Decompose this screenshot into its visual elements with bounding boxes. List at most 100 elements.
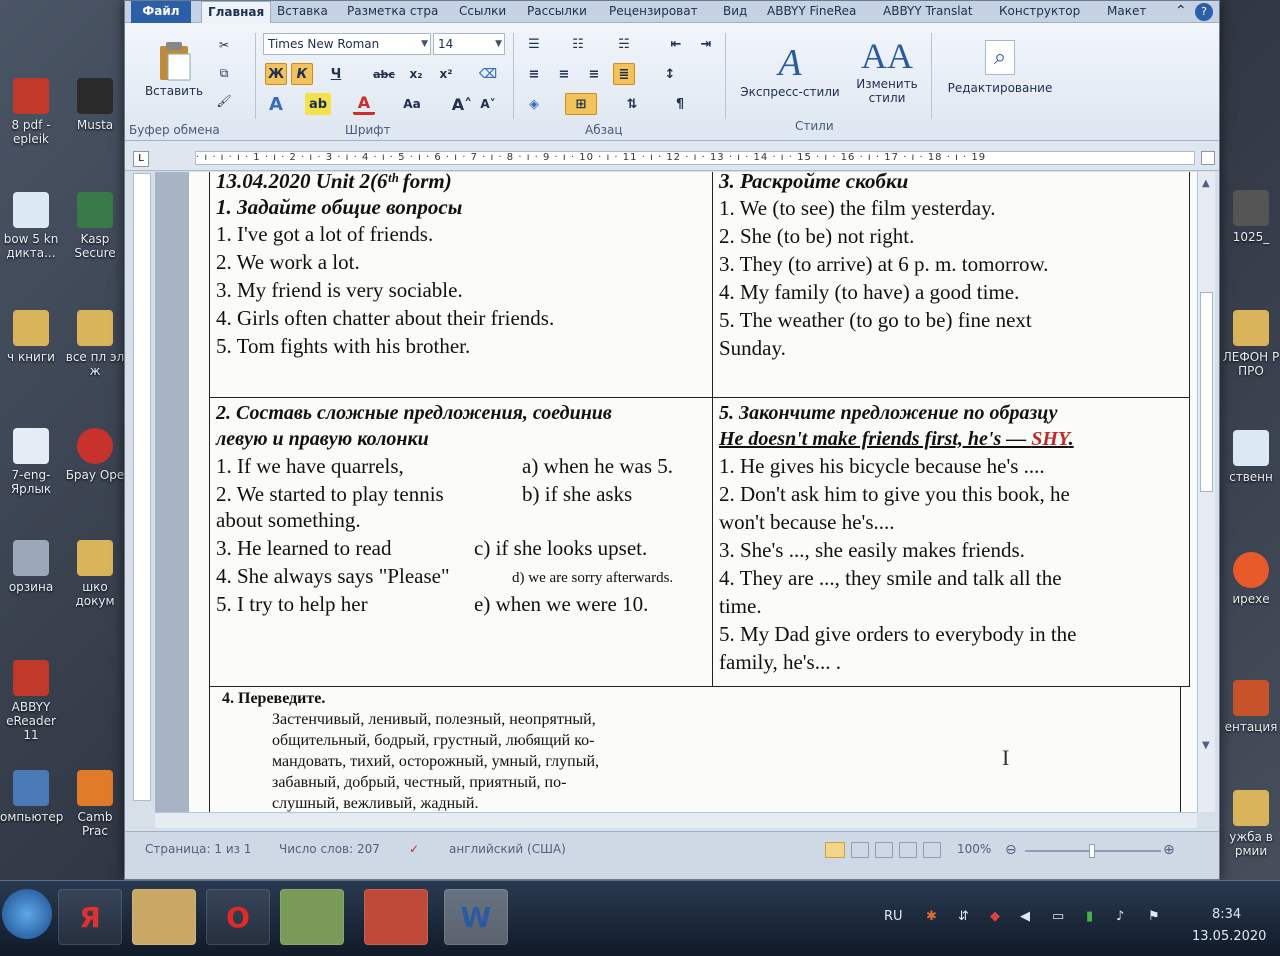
- multilevel-list-icon[interactable]: ☵: [613, 33, 635, 55]
- desktop-icon-right-3[interactable]: ственн: [1220, 430, 1280, 484]
- tab-selector-icon[interactable]: L: [133, 151, 149, 167]
- desktop-icon-computer[interactable]: омпьютер: [0, 770, 63, 824]
- table-cell-general-questions[interactable]: 13.04.2020 Unit 2(6ᵗʰ form) 1. Задайте о…: [209, 172, 713, 398]
- draft-view-icon[interactable]: [923, 842, 941, 858]
- tab-page-layout[interactable]: Разметка стра: [341, 1, 444, 23]
- text-effects-icon[interactable]: A: [265, 93, 287, 115]
- format-painter-icon[interactable]: 🖌: [213, 91, 235, 111]
- help-icon[interactable]: ?: [1195, 3, 1213, 21]
- editing-button[interactable]: ⌕ Редактирование: [935, 27, 1065, 107]
- monitor-icon[interactable]: ▭: [1052, 909, 1064, 924]
- shrink-font-icon[interactable]: A˅: [477, 93, 499, 115]
- align-center-icon[interactable]: ≡: [553, 63, 575, 85]
- desktop-icon-cambridge[interactable]: Camb Prac: [64, 770, 126, 838]
- justify-icon[interactable]: ≣: [613, 63, 635, 85]
- tray-app-icon[interactable]: ✱: [926, 909, 937, 924]
- shading-icon[interactable]: ◈: [523, 93, 545, 115]
- change-styles-button[interactable]: AA Изменить стили: [849, 27, 925, 113]
- font-size-combo[interactable]: 14 ▼: [433, 33, 505, 55]
- horizontal-scrollbar[interactable]: [155, 812, 1197, 828]
- highlight-color-icon[interactable]: ab: [305, 93, 331, 115]
- vertical-ruler[interactable]: [133, 173, 151, 801]
- bullets-icon[interactable]: ☰: [523, 33, 545, 55]
- language-indicator[interactable]: английский (США): [449, 842, 566, 856]
- desktop-icon-opera[interactable]: Брау Ope: [64, 428, 126, 482]
- desktop-icon-right-4[interactable]: ирехе: [1220, 552, 1280, 606]
- scroll-down-icon[interactable]: ▼: [1202, 740, 1210, 751]
- zoom-level[interactable]: 100%: [957, 842, 991, 856]
- desktop-icon-kaspersky[interactable]: Kasp Secure: [64, 192, 126, 260]
- strikethrough-button[interactable]: abc: [369, 63, 399, 85]
- word-taskbar-icon[interactable]: W: [444, 889, 508, 945]
- action-center-flag-icon[interactable]: ⚑: [1148, 909, 1160, 924]
- scroll-thumb[interactable]: [1200, 292, 1213, 492]
- zoom-in-icon[interactable]: ⊕: [1163, 842, 1175, 858]
- subscript-button[interactable]: x₂: [405, 63, 427, 85]
- express-styles-button[interactable]: A Экспресс-стили: [731, 27, 849, 113]
- tab-view[interactable]: Вид: [717, 1, 753, 23]
- desktop-icon-eng-shortcut[interactable]: 7-eng- Ярлык: [0, 428, 62, 496]
- borders-icon[interactable]: ⊞: [565, 93, 597, 115]
- cut-icon[interactable]: ✂: [213, 35, 235, 55]
- desktop-icon-right-2[interactable]: ЛЕФОН P ПРО: [1220, 310, 1280, 378]
- bold-button[interactable]: Ж: [265, 63, 287, 85]
- clock-time[interactable]: 8:34: [1212, 907, 1241, 922]
- tab-abbyy-translate[interactable]: ABBYY Translat: [877, 1, 979, 23]
- tab-review[interactable]: Рецензироват: [603, 1, 704, 23]
- numbering-icon[interactable]: ☷: [567, 33, 589, 55]
- align-right-icon[interactable]: ≡: [583, 63, 605, 85]
- desktop-icon-folder-all[interactable]: все пл эл ж: [64, 310, 126, 378]
- desktop-icon-abbyy-reader[interactable]: ABBYY eReader 11: [0, 660, 62, 742]
- tab-mailings[interactable]: Рассылки: [521, 1, 593, 23]
- desktop-icon-school-docs[interactable]: шко докум: [64, 540, 126, 608]
- tab-home[interactable]: Главная: [201, 1, 272, 24]
- yandex-taskbar-button[interactable]: Я: [58, 889, 122, 945]
- view-ruler-icon[interactable]: [1201, 151, 1215, 165]
- speaker-icon[interactable]: ◀: [1020, 909, 1030, 924]
- sort-icon[interactable]: ⇅: [621, 93, 643, 115]
- word-count[interactable]: Число слов: 207: [279, 842, 380, 856]
- vertical-scrollbar[interactable]: ▲ ▼: [1197, 172, 1215, 812]
- volume-icon[interactable]: ♪: [1116, 909, 1124, 924]
- book-app-taskbar-icon[interactable]: [364, 889, 428, 945]
- outline-view-icon[interactable]: [899, 842, 917, 858]
- language-tray[interactable]: RU: [884, 909, 903, 924]
- line-spacing-icon[interactable]: ↕: [659, 63, 681, 85]
- tab-insert[interactable]: Вставка: [271, 1, 334, 23]
- clock-date[interactable]: 13.05.2020: [1192, 929, 1266, 944]
- explorer-taskbar-icon[interactable]: [132, 889, 196, 945]
- tab-file[interactable]: Файл: [131, 1, 191, 23]
- print-layout-icon[interactable]: [825, 842, 845, 858]
- increase-indent-icon[interactable]: ⇥: [695, 33, 717, 55]
- battery-icon[interactable]: ▮: [1086, 909, 1093, 924]
- web-layout-icon[interactable]: [875, 842, 893, 858]
- desktop-icon-right-1[interactable]: 1025_: [1220, 190, 1280, 244]
- desktop-icon-right-6[interactable]: ужба в рмии: [1220, 790, 1280, 858]
- table-cell-finish-sentence[interactable]: 5. Закончите предложение по образцу He d…: [712, 397, 1190, 687]
- tab-design[interactable]: Конструктор: [993, 1, 1086, 23]
- page-count[interactable]: Страница: 1 из 1: [145, 842, 251, 856]
- tab-abbyy-finereader[interactable]: ABBYY FineRea: [761, 1, 862, 23]
- start-button[interactable]: [2, 889, 52, 939]
- font-color-icon[interactable]: A: [353, 93, 375, 115]
- network-icon[interactable]: ⇵: [958, 909, 969, 924]
- table-cell-translate[interactable]: 4. Переведите. Застенчивый, ленивый, пол…: [209, 686, 1181, 812]
- zoom-slider-handle[interactable]: [1089, 844, 1095, 858]
- font-name-combo[interactable]: Times New Roman ▼: [263, 33, 431, 55]
- copy-icon[interactable]: ⧉: [213, 63, 235, 83]
- superscript-button[interactable]: x²: [435, 63, 457, 85]
- desktop-icon-folder-books[interactable]: ч книги: [0, 310, 62, 364]
- reading-mode-icon[interactable]: [851, 842, 869, 858]
- show-marks-icon[interactable]: ¶: [669, 93, 691, 115]
- italic-button[interactable]: К: [291, 63, 313, 85]
- decrease-indent-icon[interactable]: ⇤: [665, 33, 687, 55]
- table-cell-complex-sentences[interactable]: 2. Составь сложные предложения, соединив…: [209, 397, 713, 687]
- opera-taskbar-icon[interactable]: O: [206, 889, 270, 945]
- tray-security-icon[interactable]: ◆: [990, 909, 1000, 924]
- desktop-icon-right-5[interactable]: ентация: [1220, 680, 1280, 734]
- tab-references[interactable]: Ссылки: [453, 1, 512, 23]
- align-left-icon[interactable]: ≡: [523, 63, 545, 85]
- desktop-icon-musta[interactable]: Musta: [64, 78, 126, 132]
- clear-formatting-icon[interactable]: ⌫: [477, 63, 499, 85]
- desktop-icon-recycle-bin[interactable]: орзина: [0, 540, 62, 594]
